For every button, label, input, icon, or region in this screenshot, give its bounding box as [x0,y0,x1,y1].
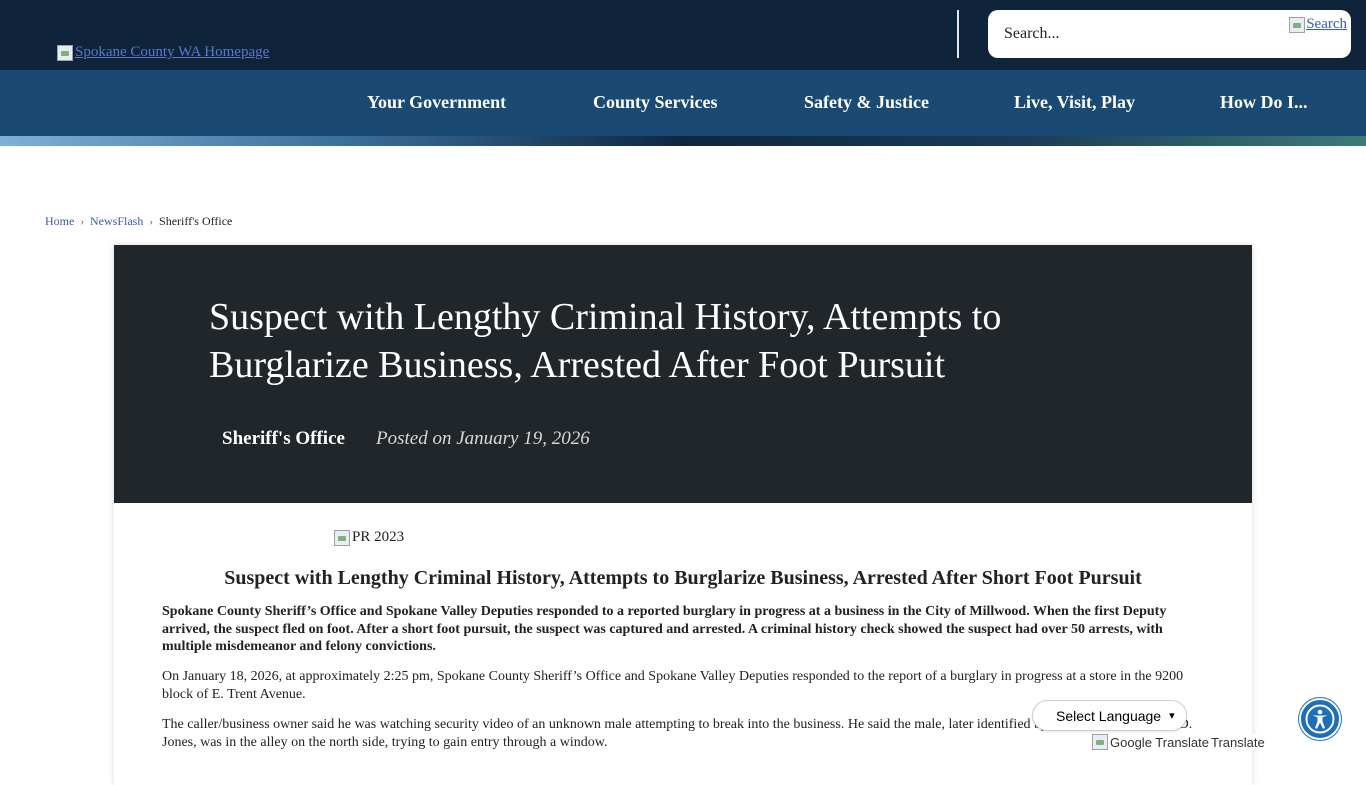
breadcrumb: Home › NewsFlash › Sheriff's Office [45,214,232,229]
breadcrumb-separator-icon: › [80,215,84,228]
chevron-down-icon: ▾ [1169,710,1175,722]
main-nav: Your Government County Services Safety &… [0,70,1366,136]
google-translate-alt: Google Translate [1110,734,1210,750]
article-summary: Spokane County Sheriff’s Office and Spok… [162,604,1167,654]
press-release-image: PR 2023 [334,529,404,546]
accessibility-button[interactable] [1299,698,1341,740]
press-release-image-alt: PR 2023 [352,529,405,545]
search-box: Search [988,10,1351,58]
article-department: Sheriff's Office [222,428,345,449]
search-input[interactable] [1002,22,1282,46]
google-translate-credit[interactable]: Google Translate Translate [1092,734,1265,750]
search-button[interactable]: Search [1289,16,1347,33]
breadcrumb-home[interactable]: Home [45,214,74,229]
article-title: Suspect with Lengthy Criminal History, A… [209,296,1002,386]
article-posted-date: Posted on January 19, 2026 [376,428,590,449]
language-select-label: Select Language [1056,707,1162,724]
article-paragraph-1: On January 18, 2026, at approximately 2:… [162,669,1184,702]
google-translate-logo-icon [1092,734,1108,750]
breadcrumb-newsflash[interactable]: NewsFlash [90,214,143,229]
header-divider [957,10,959,58]
nav-accent-stripe [0,136,1366,146]
nav-county-services[interactable]: County Services [593,92,718,113]
nav-live-visit-play[interactable]: Live, Visit, Play [1014,92,1135,113]
logo-alt-text: Spokane County WA Homepage [75,44,270,60]
home-logo-link[interactable]: Spokane County WA Homepage [57,44,269,61]
google-translate-label: Translate [1211,734,1265,750]
breadcrumb-separator-icon: › [149,215,154,228]
logo-image-icon [57,44,73,61]
accessibility-icon [1305,704,1335,734]
language-select[interactable]: Select Language ▾ [1032,700,1187,731]
nav-how-do-i[interactable]: How Do I... [1220,92,1308,113]
breadcrumb-current: Sheriff's Office [159,214,233,228]
image-icon [334,529,350,546]
article-subtitle: Suspect with Lengthy Criminal History, A… [224,567,1142,589]
search-icon [1289,16,1306,33]
top-header-bar: Spokane County WA Homepage Search [0,0,1366,70]
nav-your-government[interactable]: Your Government [367,92,506,113]
article-hero: Suspect with Lengthy Criminal History, A… [114,245,1252,503]
nav-safety-justice[interactable]: Safety & Justice [804,92,929,113]
search-button-label: Search [1306,16,1347,32]
